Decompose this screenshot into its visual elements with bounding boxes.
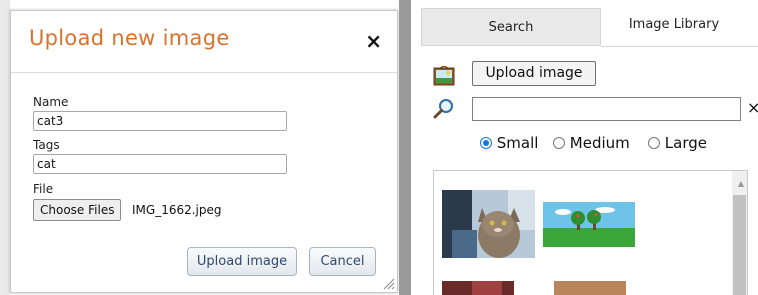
clear-search-icon[interactable]: × [747,98,758,117]
name-label: Name [33,95,69,109]
tags-label: Tags [33,138,60,152]
choose-files-button[interactable]: Choose Files [33,199,122,221]
size-option-small[interactable]: Small [480,134,538,152]
size-option-label: Small [496,134,539,152]
page-background [0,0,10,295]
tab-search[interactable]: Search [421,8,601,46]
size-option-label: Large [664,134,707,152]
selected-file-name: IMG_1662.jpeg [132,203,222,217]
radio-unselected-icon[interactable] [648,137,660,149]
radio-selected-icon[interactable] [480,137,492,149]
size-option-label: Medium [569,134,630,152]
gallery-image-cat-photo[interactable] [442,190,535,258]
upload-image-dialog: Upload new image × Name cat3 Tags cat Fi… [10,10,398,293]
size-option-medium[interactable]: Medium [553,134,630,152]
dialog-title: Upload new image [29,26,230,50]
radio-unselected-icon[interactable] [553,137,565,149]
upload-image-button[interactable]: Upload image [187,247,297,276]
close-icon[interactable]: × [365,31,382,51]
dialog-header: Upload new image × [11,11,397,73]
gallery-image-tan-photo[interactable] [554,281,626,295]
library-search-input[interactable] [472,97,741,121]
size-option-large[interactable]: Large [648,134,707,152]
tab-image-library[interactable]: Image Library [601,8,747,46]
tab-divider [601,46,758,47]
name-field[interactable]: cat3 [33,111,287,131]
image-panel: Search Image Library Upload image × Smal… [411,0,758,295]
scrollbar-thumb[interactable] [733,195,746,295]
library-upload-button[interactable]: Upload image [472,61,596,86]
tags-field[interactable]: cat [33,154,287,174]
picture-icon [433,66,455,86]
scroll-up-icon[interactable]: ▲ [738,179,744,188]
resize-grip-icon[interactable] [381,276,395,290]
gallery-scrollbar[interactable]: ▲ [732,171,747,295]
cancel-button[interactable]: Cancel [309,247,376,276]
panel-divider [399,0,411,295]
gallery-image-trees-landscape[interactable] [543,202,635,247]
file-label: File [33,182,54,196]
search-icon [433,99,453,119]
image-gallery: ▲ [433,170,748,295]
gallery-image-dark-red-photo[interactable] [442,281,514,295]
